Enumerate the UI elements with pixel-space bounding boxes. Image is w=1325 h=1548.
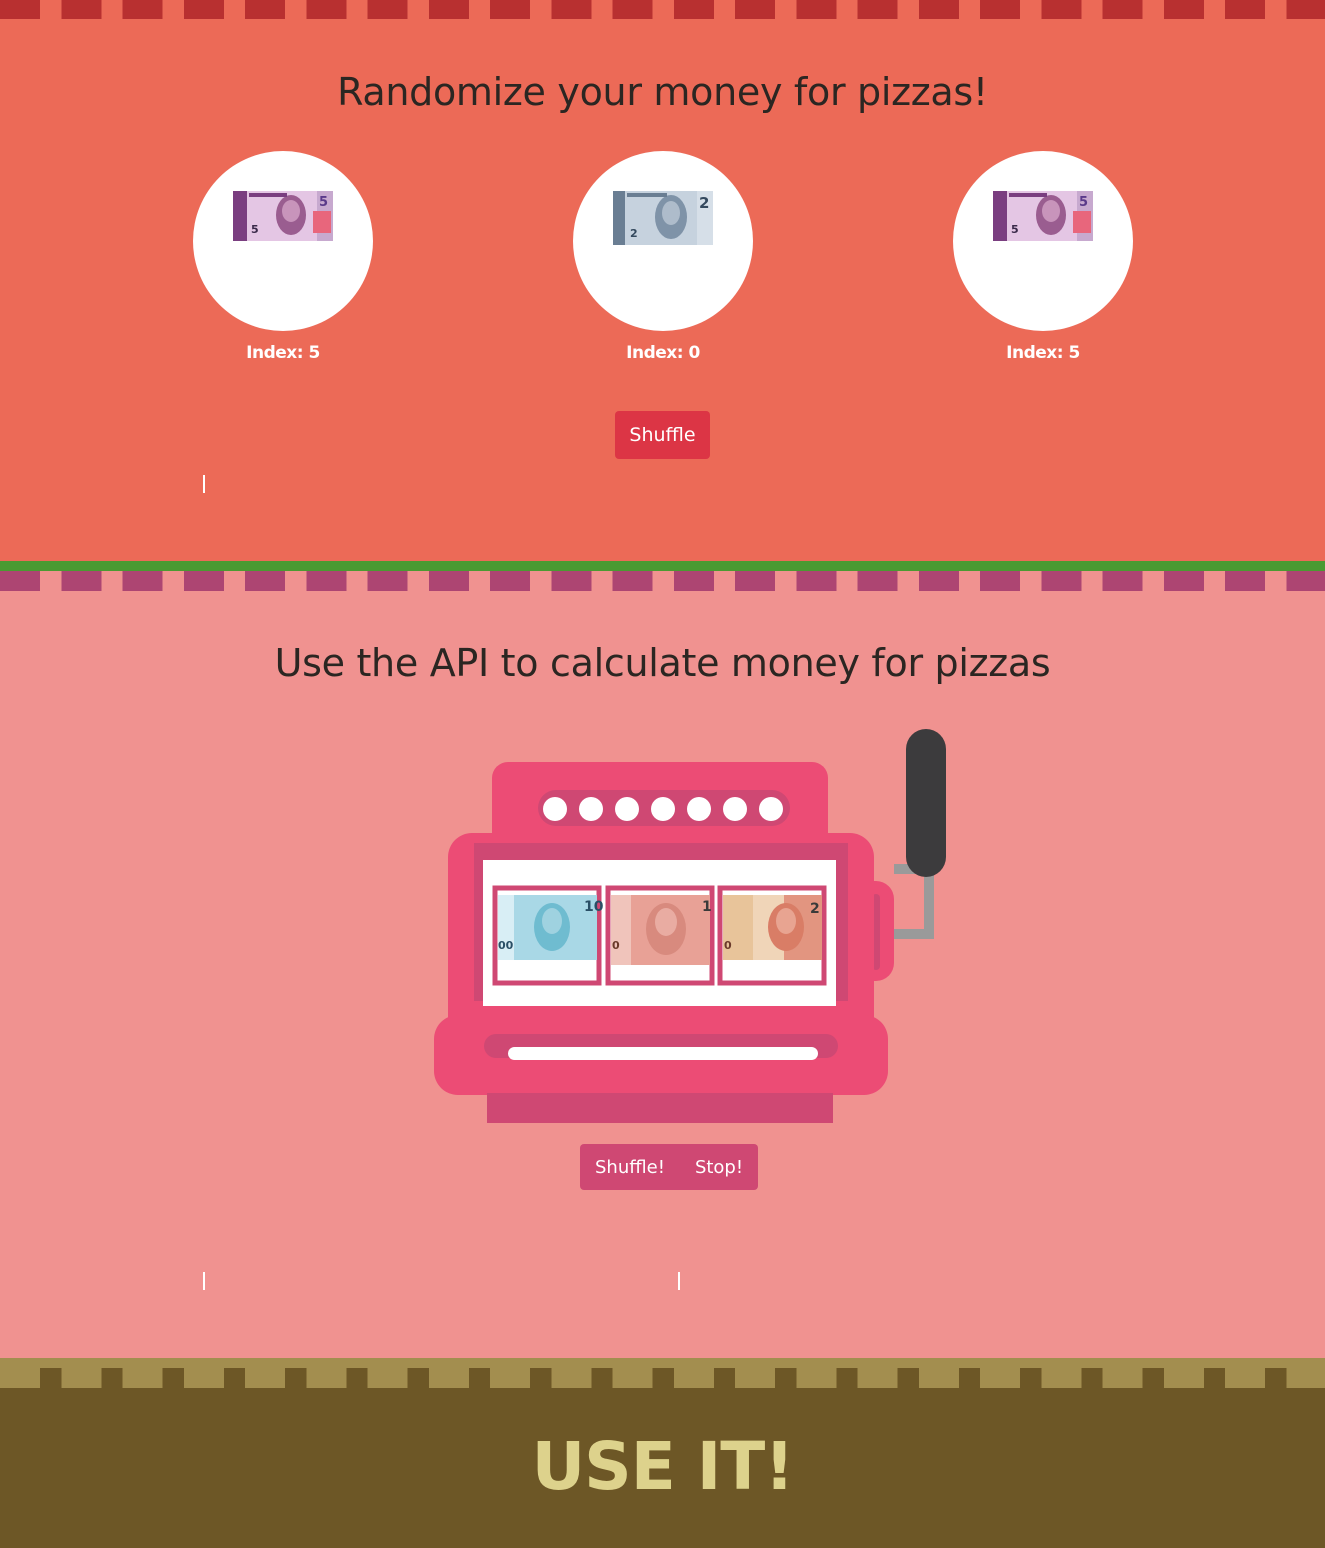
randomizer-section: Randomize your money for pizzas! 5 5 Ind… — [0, 0, 1325, 561]
coin-slot-3: 5 5 Index: 5 — [953, 151, 1133, 363]
footer-section: USE IT! — [0, 1358, 1325, 1548]
text-caret — [678, 1272, 680, 1290]
slot-lights — [538, 790, 790, 826]
svg-text:2: 2 — [699, 194, 709, 212]
slot-stop-button[interactable]: Stop! — [680, 1144, 758, 1190]
lever-icon[interactable] — [889, 729, 946, 939]
slot-shuffle-button[interactable]: Shuffle! — [580, 1144, 680, 1190]
slot-button-group: Shuffle! Stop! — [580, 1144, 759, 1190]
use-it-title: USE IT! — [531, 1428, 795, 1505]
banknote-5-reais-icon: 5 5 — [233, 191, 333, 241]
coin-slot-2: 2 2 Index: 0 — [573, 151, 753, 363]
api-title: Use the API to calculate money for pizza… — [274, 641, 1051, 685]
coin-slot-1: 5 5 Index: 5 — [193, 151, 373, 363]
text-caret — [203, 1272, 205, 1290]
svg-text:5: 5 — [1079, 195, 1088, 210]
coin-circle: 5 5 — [953, 151, 1133, 331]
randomizer-title: Randomize your money for pizzas! — [337, 70, 988, 114]
svg-text:0: 0 — [612, 939, 620, 952]
api-section: Use the API to calculate money for pizza… — [0, 571, 1325, 1358]
svg-text:5: 5 — [1011, 223, 1019, 236]
text-caret — [203, 475, 205, 493]
coin-index-label: Index: 5 — [246, 343, 320, 363]
svg-text:2: 2 — [810, 901, 820, 917]
svg-text:1: 1 — [702, 899, 712, 915]
banknote-5-reais-icon: 5 5 — [993, 191, 1093, 241]
svg-text:5: 5 — [319, 195, 328, 210]
crenel-border — [0, 1358, 1325, 1388]
svg-text:5: 5 — [251, 223, 259, 236]
coin-index-label: Index: 0 — [626, 343, 700, 363]
coin-index-label: Index: 5 — [1006, 343, 1080, 363]
shuffle-button[interactable]: Shuffle — [615, 411, 710, 459]
svg-text:2: 2 — [630, 227, 638, 240]
banknote-2-reais-icon: 2 2 — [613, 191, 713, 245]
svg-text:00: 00 — [498, 939, 514, 952]
crenel-border — [0, 571, 1325, 591]
section-divider — [0, 561, 1325, 571]
coin-circle: 2 2 — [573, 151, 753, 331]
crenel-border — [0, 0, 1325, 19]
slot-machine-icon: 10 00 1 0 2 0 — [434, 729, 946, 1123]
svg-text:0: 0 — [724, 939, 732, 952]
coin-circle: 5 5 — [193, 151, 373, 331]
svg-text:10: 10 — [584, 899, 604, 915]
